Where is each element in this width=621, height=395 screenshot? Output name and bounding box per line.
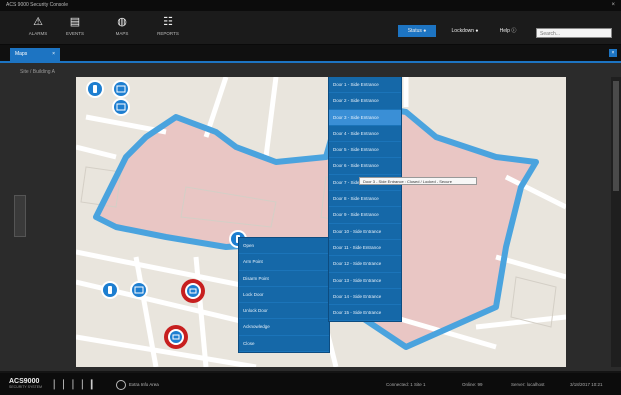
logo-text: ACS9000 [9,378,40,385]
toolbar-reports-button[interactable]: ☷ REPORTS [146,15,190,41]
window-title: ACS 9000 Security Console [6,2,68,8]
door-menu-item[interactable]: Door 15 - Side Entrance [329,305,401,322]
signal-bars-icon: ❘❘❘❘❙ [50,379,97,390]
marker-context-menu: Open Arm Point Disarm Point Lock Door Un… [238,237,330,354]
door-menu-item[interactable]: Door 8 - Side Entrance [329,191,401,208]
door-menu-item[interactable]: Door 14 - Side Entrance [329,289,401,306]
lockdown-button[interactable]: Lockdown ● [446,25,484,37]
door-status-tooltip: Door 3 - Side Entrance : Closed / Locked… [359,177,477,185]
toolbar-events-label: EVENTS [65,31,84,36]
close-all-tabs-icon[interactable]: × [609,49,617,57]
map-icon: ◍ [117,16,127,28]
map-marker[interactable] [112,98,130,116]
context-menu-item[interactable]: Unlock Door [239,303,329,320]
context-menu-item[interactable]: Acknowledge [239,319,329,336]
door-menu-item-selected[interactable]: Door 3 - Side Entrance [329,109,401,126]
door-menu-item[interactable]: Door 12 - Side Entrance [329,256,401,273]
extension-label: Extra Info Area [129,382,159,388]
alarm-marker[interactable] [164,325,188,349]
status-button[interactable]: Status ● [398,25,436,37]
door-list-menu: Door 1 - Side Entrance Door 2 - Side Ent… [328,77,402,323]
status-bar: ACS9000 SECURITY SYSTEM ❘❘❘❘❙ Extra Info… [0,373,621,395]
status-online: Online: 99 [462,382,483,387]
side-panel-handle[interactable] [14,195,26,237]
help-button[interactable]: Help ⓘ [490,25,526,37]
door-menu-item[interactable]: Door 2 - Side Entrance [329,93,401,110]
breadcrumb: Site / Building A [20,69,56,75]
alarm-marker[interactable] [181,279,205,303]
search-input[interactable]: Search... [536,28,612,38]
map-marker[interactable] [101,281,119,299]
info-icon [116,380,126,390]
door-menu-item[interactable]: Door 9 - Side Entrance [329,207,401,224]
tab-maps[interactable]: Maps × [10,48,60,61]
context-menu-item[interactable]: Disarm Point [239,271,329,287]
context-menu-item[interactable]: Lock Door [239,287,329,304]
map-marker[interactable] [130,281,148,299]
door-menu-item[interactable]: Door 10 - Side Entrance [329,224,401,240]
door-menu-item[interactable]: Door 11 - Side Entrance [329,240,401,257]
status-server: Server: localhost [511,382,545,387]
door-menu-item[interactable]: Door 1 - Side Entrance [329,77,401,94]
extension-area[interactable]: Extra Info Area [116,380,159,390]
tab-close-icon[interactable]: × [52,48,55,61]
site-map[interactable]: Open Arm Point Disarm Point Lock Door Un… [76,77,566,367]
context-menu-item[interactable]: Close [239,336,329,353]
toolbar-events-button[interactable]: ▤ EVENTS [53,15,97,41]
door-menu-item[interactable]: Door 4 - Side Entrance [329,126,401,143]
toolbar-maps-label: MAPS [115,31,129,36]
status-datetime: 3/18/2017 10:21 [570,382,603,387]
tab-bar: Maps × × [0,45,621,63]
door-menu-item[interactable]: Door 13 - Side Entrance [329,273,401,289]
vertical-scrollbar[interactable] [611,77,621,367]
toolbar-maps-button[interactable]: ◍ MAPS [100,15,144,41]
events-icon: ▤ [69,16,81,28]
main-toolbar: ⚠ ALARMS ▤ EVENTS ◍ MAPS ☷ REPORTS Statu… [0,11,621,45]
logo-subtitle: SECURITY SYSTEM [9,385,42,389]
toolbar-reports-label: REPORTS [157,31,179,36]
content-area: Site / Building A Open Arm Point Disarm … [0,63,621,371]
product-logo: ACS9000 SECURITY SYSTEM [9,378,42,389]
window-titlebar: ACS 9000 Security Console × [0,0,621,11]
map-marker[interactable] [86,80,104,98]
context-menu-item[interactable]: Arm Point [239,254,329,271]
tab-maps-label: Maps [15,51,28,57]
scrollbar-thumb[interactable] [613,81,619,191]
reports-icon: ☷ [163,16,173,28]
door-menu-item[interactable]: Door 5 - Side Entrance [329,142,401,159]
context-menu-item[interactable]: Open [239,238,329,255]
map-marker[interactable] [112,80,130,98]
status-connection: Connected: 1 Site 1 [386,382,426,387]
door-menu-item[interactable]: Door 6 - Side Entrance [329,158,401,175]
window-close-button[interactable]: × [611,0,615,11]
alarm-icon: ⚠ [33,16,43,28]
